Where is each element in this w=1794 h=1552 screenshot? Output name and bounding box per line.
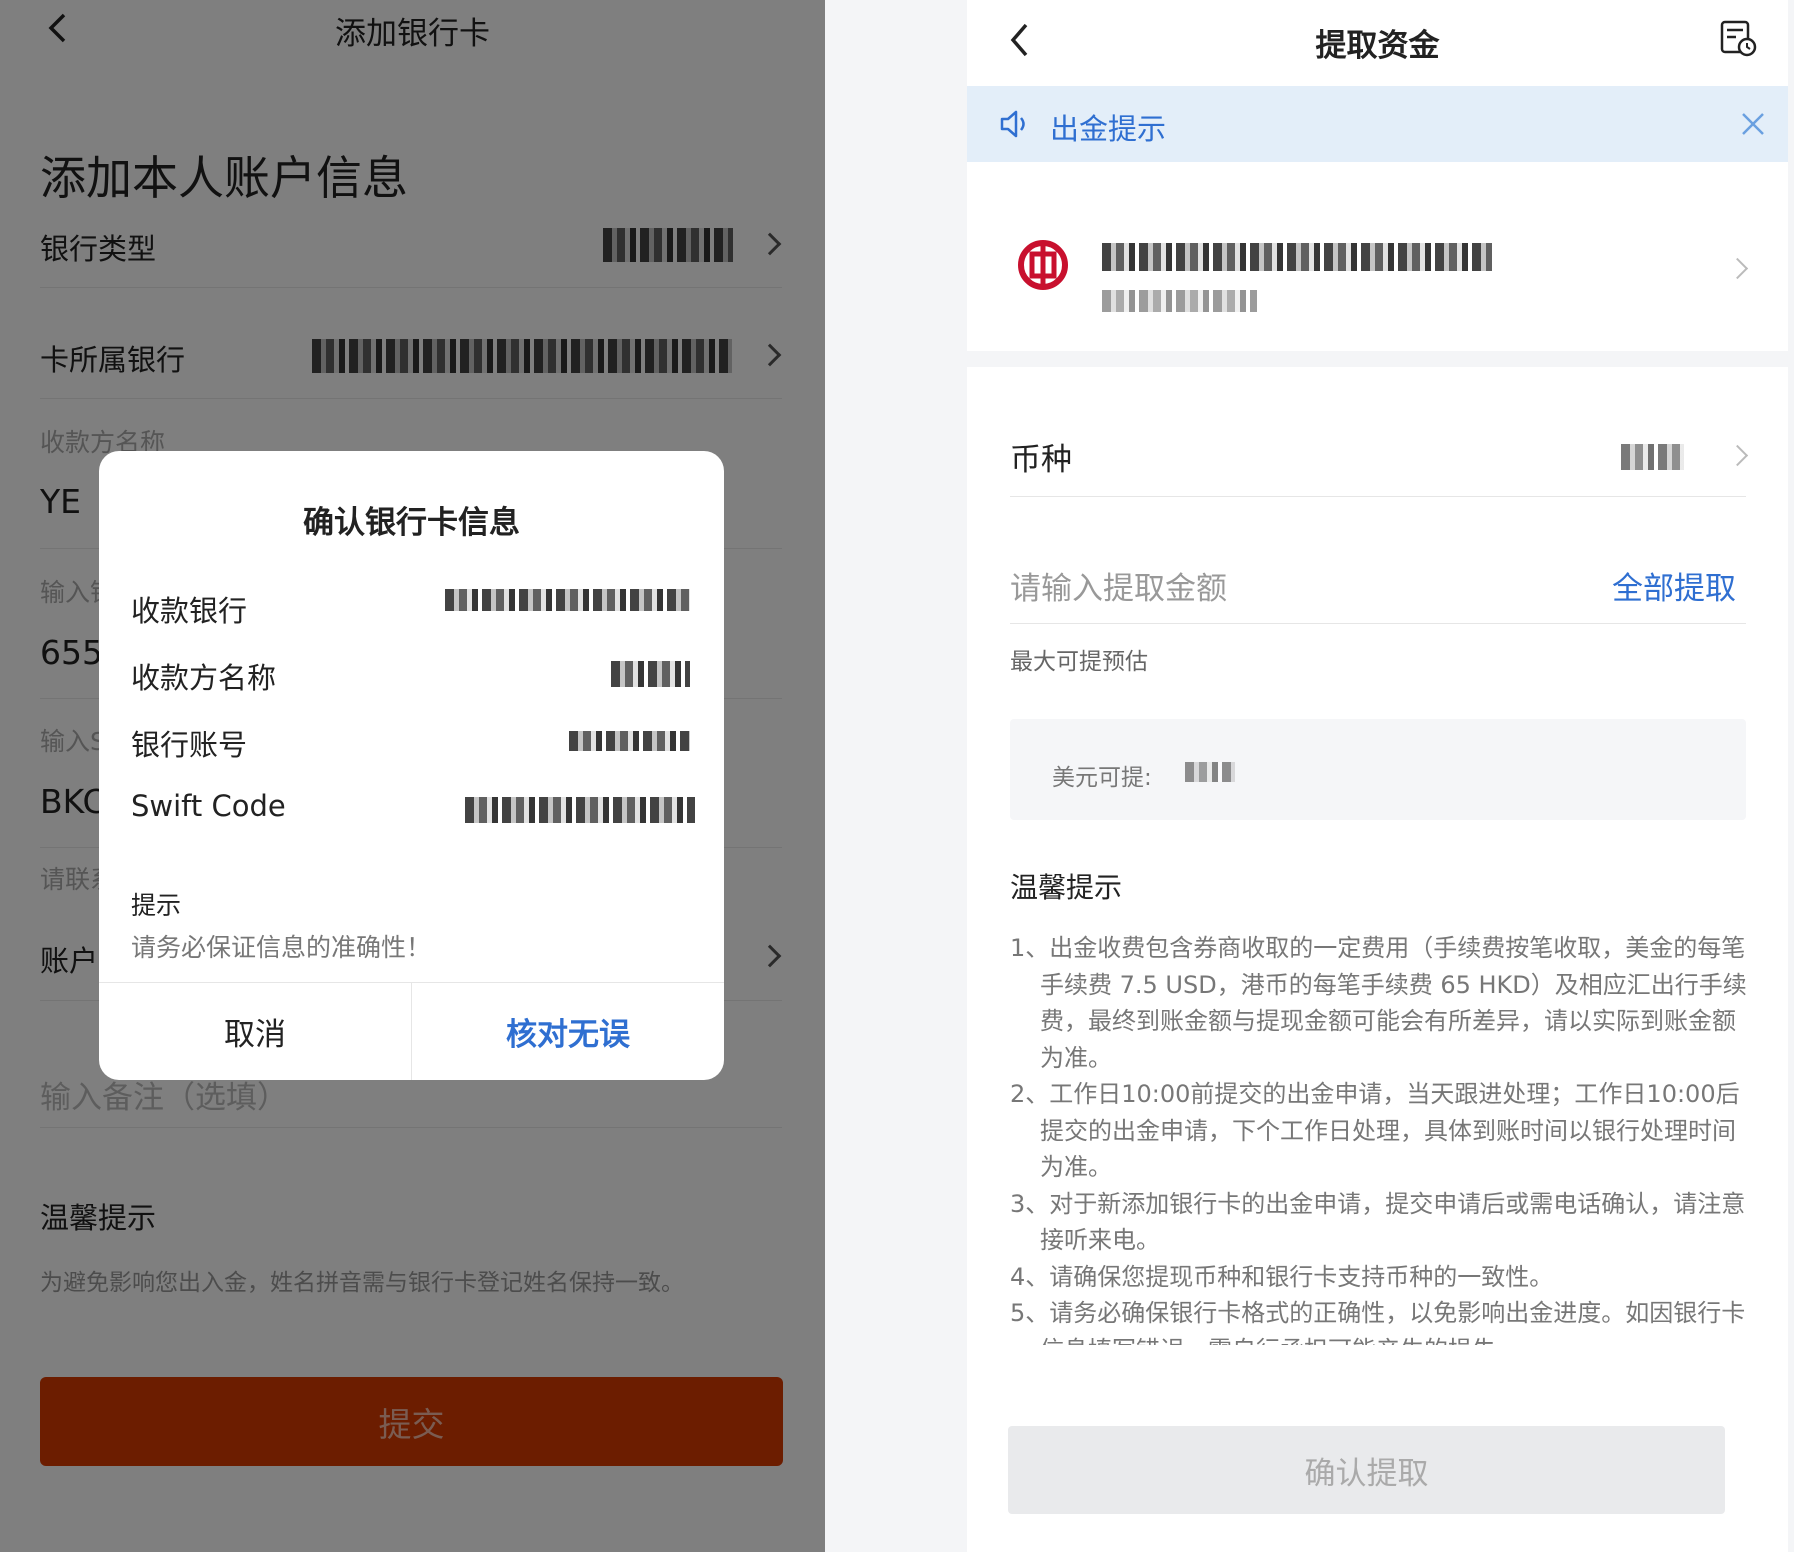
- currency-value[interactable]: [1621, 444, 1684, 470]
- bank-card-name: [1102, 243, 1492, 271]
- withdraw-funds-screen: 提取资金 出金提示 币种 请输入提取金额 全部提取 最大可提预估 美元可提: 温…: [967, 0, 1788, 1552]
- cancel-button[interactable]: 取消: [99, 983, 411, 1080]
- tip-item: 2、工作日10:00前提交的出金申请，当天跟进处理；工作日10:00后提交的出金…: [1010, 1080, 1740, 1181]
- bank-logo-icon: [1018, 240, 1068, 290]
- panel-gap: [825, 0, 967, 1552]
- dialog-label-account: 银行账号: [131, 728, 248, 762]
- dialog-label-swift: Swift Code: [131, 789, 286, 823]
- add-bank-card-screen: 添加银行卡 添加本人账户信息 银行类型 卡所属银行 收款方名称 YE 输入银 6…: [0, 0, 825, 1552]
- tips-title: 温馨提示: [1010, 871, 1123, 904]
- usd-available-value: [1185, 762, 1235, 782]
- history-icon[interactable]: [1718, 18, 1758, 58]
- tip-item: 3、对于新添加银行卡的出金申请，提交申请后或需电话确认，请注意接听来电。: [1010, 1189, 1746, 1255]
- divider: [1010, 496, 1746, 497]
- currency-label: 币种: [1010, 442, 1072, 478]
- dialog-hint-title: 提示: [131, 891, 182, 920]
- withdraw-all-button[interactable]: 全部提取: [1612, 563, 1736, 608]
- tips-notes: 1、出金收费包含券商收取的一定费用（手续费按笔收取，美金的每笔手续费 7.5 U…: [1010, 930, 1758, 1345]
- tip-item: 1、出金收费包含券商收取的一定费用（手续费按笔收取，美金的每笔手续费 7.5 U…: [1010, 934, 1747, 1072]
- nav-title: 提取资金: [1315, 28, 1440, 64]
- speaker-icon: [999, 109, 1031, 139]
- dialog-title: 确认银行卡信息: [303, 505, 520, 541]
- dialog-label-payee: 收款方名称: [131, 661, 277, 695]
- confirm-bank-dialog: 确认银行卡信息 收款银行 收款方名称 银行账号 Swift Code 提示 请务…: [99, 451, 724, 1080]
- dialog-value-payee: [611, 661, 690, 687]
- chevron-right-icon[interactable]: [1726, 444, 1749, 467]
- confirm-correct-button[interactable]: 核对无误: [412, 983, 724, 1080]
- tip-item: 4、请确保您提现币种和银行卡支持币种的一致性。: [1010, 1262, 1554, 1291]
- max-estimate-label: 最大可提预估: [1010, 649, 1148, 675]
- dialog-value-account: [569, 731, 690, 751]
- close-icon[interactable]: [1741, 112, 1765, 136]
- amount-input[interactable]: 请输入提取金额: [1010, 563, 1227, 608]
- dialog-value-bank: [445, 589, 690, 611]
- dialog-label-bank: 收款银行: [131, 594, 248, 628]
- bank-card-number: [1102, 290, 1257, 312]
- confirm-withdraw-button[interactable]: 确认提取: [1008, 1426, 1725, 1514]
- divider: [1010, 623, 1746, 624]
- section-separator: [967, 351, 1788, 367]
- panel-edge: [1788, 0, 1794, 1552]
- notice-text[interactable]: 出金提示: [1050, 106, 1166, 148]
- tip-item: 5、请务必确保银行卡格式的正确性，以免影响出金进度。如因银行卡信息填写错误，需自…: [1010, 1299, 1746, 1345]
- dialog-value-swift: [465, 797, 695, 823]
- usd-available-label: 美元可提:: [1052, 765, 1152, 791]
- dialog-hint-text: 请务必保证信息的准确性！: [131, 933, 432, 962]
